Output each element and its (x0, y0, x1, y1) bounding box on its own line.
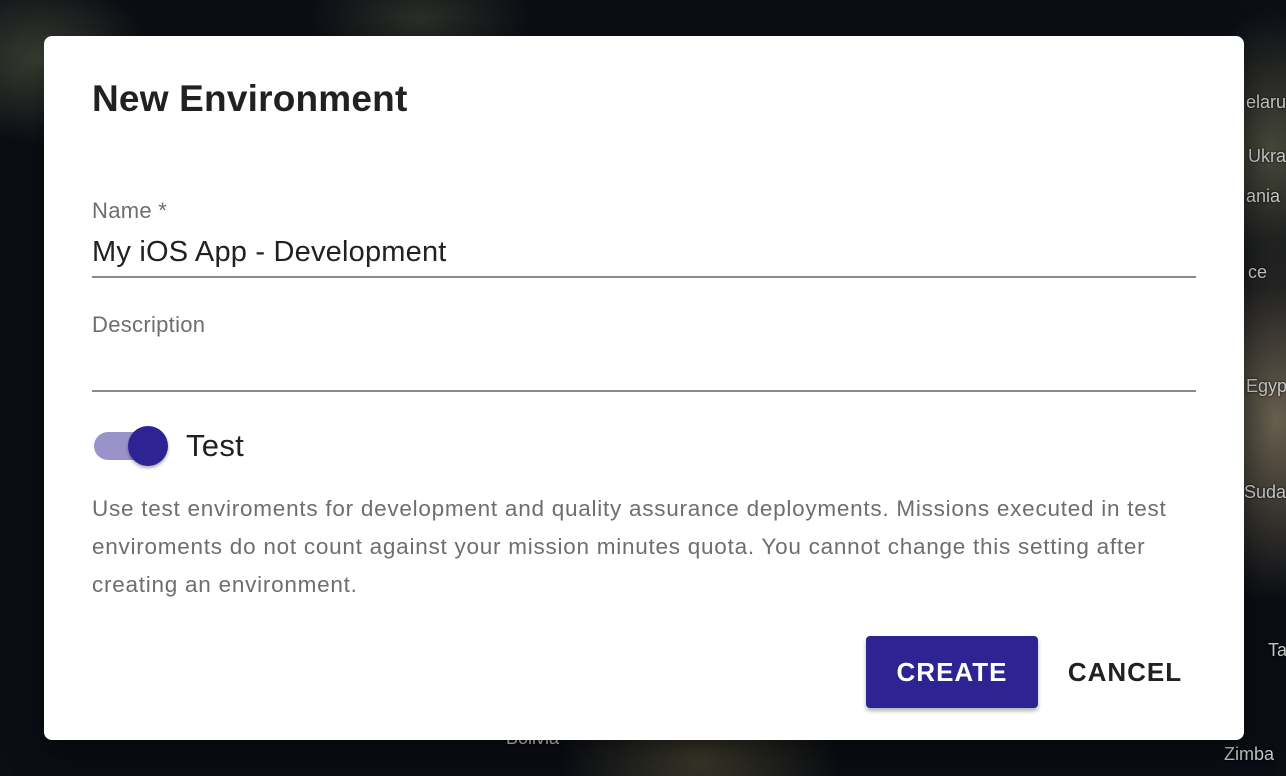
name-field[interactable]: Name * (92, 198, 1196, 278)
dialog-actions: CREATE CANCEL (866, 636, 1196, 708)
toggle-thumb (128, 426, 168, 466)
test-toggle-label: Test (186, 428, 245, 463)
test-toggle-row: Test (92, 422, 244, 470)
map-label: Ukra (1248, 146, 1286, 166)
name-input[interactable] (92, 234, 1196, 270)
map-label: Suda (1244, 482, 1286, 502)
description-input[interactable] (92, 348, 1196, 384)
test-helper-text: Use test enviroments for development and… (92, 496, 1167, 597)
test-toggle-switch[interactable] (92, 424, 170, 468)
map-label: ania (1246, 186, 1281, 206)
dialog-title: New Environment (92, 78, 408, 119)
map-label: Zimba (1224, 744, 1275, 764)
new-environment-dialog: New Environment Name * Description Test … (44, 36, 1244, 740)
map-label: Ta (1268, 640, 1286, 660)
map-label: Egyp (1246, 376, 1286, 396)
map-label: elaru (1246, 92, 1286, 112)
map-label: ce (1248, 262, 1268, 282)
description-field-label: Description (92, 312, 206, 337)
create-button[interactable]: CREATE (866, 636, 1038, 708)
description-field[interactable]: Description (92, 312, 1196, 392)
name-field-underline (92, 276, 1196, 278)
name-field-label: Name * (92, 198, 168, 223)
cancel-button[interactable]: CANCEL (1054, 636, 1196, 708)
description-field-underline (92, 390, 1196, 392)
